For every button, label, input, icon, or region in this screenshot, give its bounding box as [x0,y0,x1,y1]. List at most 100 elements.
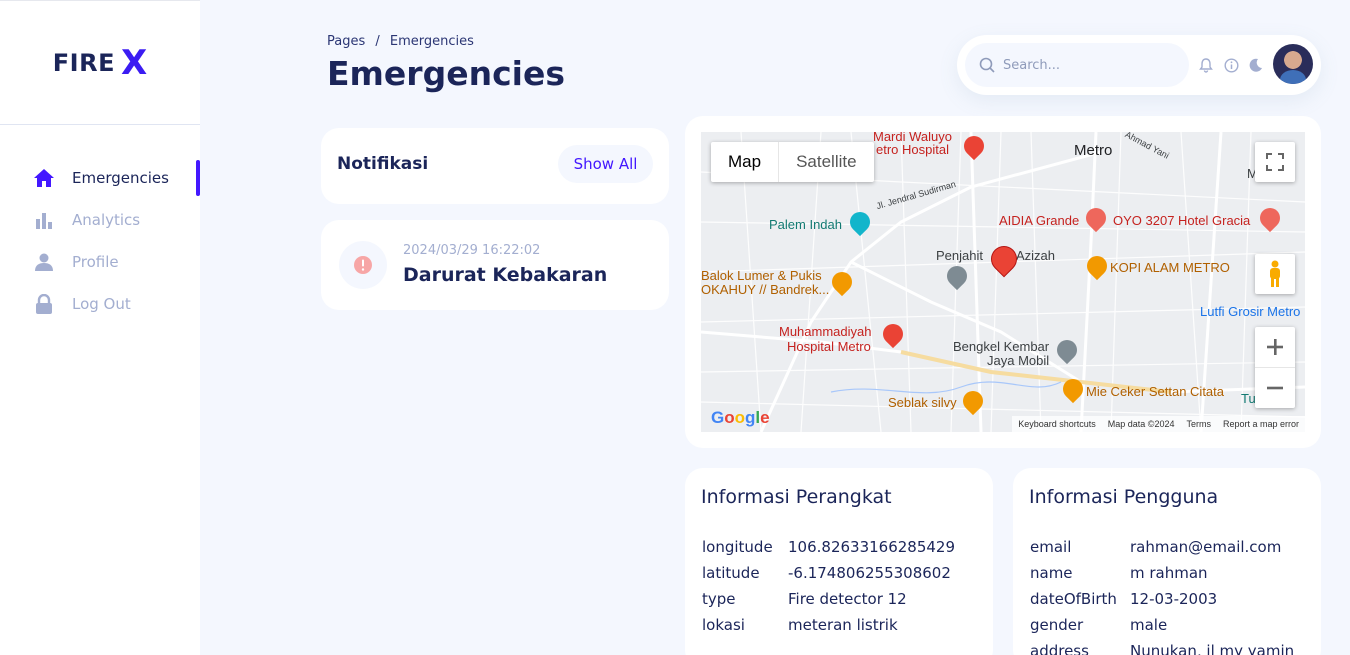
sidebar-item-emergencies[interactable]: Emergencies [0,157,200,199]
map-label-poi: Hospital Metro [787,339,871,354]
notification-time: 2024/03/29 16:22:02 [403,243,541,258]
info-icon[interactable] [1223,57,1239,73]
map-label-poi: Palem Indah [769,217,842,232]
user-info-list: email rahman@email.com name m rahman dat… [1030,534,1294,655]
map-label-poi: Lutfi Grosir Metro [1200,304,1301,319]
search-box [965,43,1189,87]
moon-icon[interactable] [1248,57,1264,73]
info-value: 106.82633166285429 [788,538,956,556]
user-info-title: Informasi Pengguna [1029,486,1219,508]
info-row: name m rahman [1030,560,1294,586]
map-label-poi: Jaya Mobil [987,353,1050,368]
map-label-poi: Tu [1241,391,1256,406]
show-all-button[interactable]: Show All [558,145,653,183]
alert-icon [339,241,387,289]
map-data-text: Map data ©2024 [1107,419,1175,429]
info-row: lokasi meteran listrik [702,612,955,638]
device-info-card: Informasi Perangkat longitude 106.826331… [685,468,993,655]
map-label-poi: Azizah [1016,248,1056,263]
page-title: Emergencies [327,54,565,93]
device-info-title: Informasi Perangkat [701,486,892,508]
google-logo[interactable]: Google [711,408,770,428]
zoom-in-icon[interactable] [1255,328,1295,368]
info-value: m rahman [1130,564,1208,582]
sidebar-item-logout[interactable]: Log Out [0,283,200,325]
breadcrumb-separator: / [375,34,380,49]
map-label-poi: OYO 3207 Hotel Gracia [1113,213,1251,228]
info-key: longitude [702,538,773,556]
info-row: longitude 106.82633166285429 [702,534,955,560]
zoom-control [1255,327,1295,408]
info-key: email [1030,538,1072,556]
info-row: address Nunukan, jl my yamin [1030,638,1294,655]
sidebar-item-label: Emergencies [72,169,169,187]
notification-item[interactable]: 2024/03/29 16:22:02 Darurat Kebakaran [321,220,669,310]
map-label-poi: Penjahit [936,248,983,263]
info-key: gender [1030,616,1084,634]
zoom-out-icon[interactable] [1255,368,1295,408]
sidebar-item-label: Log Out [72,295,131,313]
info-row: latitude -6.174806255308602 [702,560,955,586]
notification-title: Darurat Kebakaran [403,264,608,286]
map-label-poi: KOPI ALAM METRO [1110,260,1230,275]
info-value: meteran listrik [788,616,898,634]
info-key: name [1030,564,1073,582]
map-label-poi: Balok Lumer & Pukis [701,268,822,283]
device-info-list: longitude 106.82633166285429 latitude -6… [702,534,955,638]
search-icon [979,57,995,73]
person-icon [34,252,54,272]
map-type-map-button[interactable]: Map [711,142,778,182]
info-row: email rahman@email.com [1030,534,1294,560]
info-value: Nunukan, jl my yamin [1130,642,1295,655]
notifications-title: Notifikasi [337,154,429,174]
bell-icon[interactable] [1198,57,1214,73]
info-row: dateOfBirth 12-03-2003 [1030,586,1294,612]
brand-name: FIRE [52,48,115,77]
map-label-city: Metro [1074,142,1113,159]
search-input[interactable] [1003,57,1173,73]
user-info-card: Informasi Pengguna email rahman@email.co… [1013,468,1321,655]
map-label-poi: Muhammadiyah [779,324,872,339]
sidebar-item-analytics[interactable]: Analytics [0,199,200,241]
map-label-poi: Mie Ceker Settan Citata [1086,384,1225,399]
breadcrumb-root[interactable]: Pages [327,34,365,49]
info-value: -6.174806255308602 [788,564,951,582]
terms-link[interactable]: Terms [1186,419,1211,429]
map-card: Map Satellite Metro Mardi Waluyo etro Ho… [685,116,1321,448]
sidebar-item-profile[interactable]: Profile [0,241,200,283]
map-label-poi: AIDIA Grande [999,213,1080,228]
info-value: male [1130,616,1168,634]
map-footer: Keyboard shortcuts Map data ©2024 Terms … [1012,416,1305,432]
info-key: address [1030,642,1089,655]
map-view[interactable]: Map Satellite Metro Mardi Waluyo etro Ho… [701,132,1305,432]
avatar[interactable] [1273,44,1313,84]
map-label-poi: OKAHUY // Bandrek... [701,282,830,297]
breadcrumb-current: Emergencies [389,34,474,49]
info-key: lokasi [702,616,745,634]
info-key: latitude [702,564,760,582]
bar-chart-icon [34,210,54,230]
info-row: gender male [1030,612,1294,638]
sidebar: FIRE X Emergencies Analytics Profile Log… [0,0,200,655]
fullscreen-icon[interactable] [1255,142,1295,182]
info-key: dateOfBirth [1030,590,1117,608]
notifications-header-card: Notifikasi Show All [321,128,669,204]
home-icon [34,168,54,188]
brand-logo[interactable]: FIRE X [0,1,200,125]
topbar [957,35,1321,95]
report-error-link[interactable]: Report a map error [1223,419,1299,429]
brand-mark: X [120,42,148,83]
map-label-poi: Seblak silvy [888,395,957,410]
keyboard-shortcuts-link[interactable]: Keyboard shortcuts [1018,419,1096,429]
info-value: Fire detector 12 [788,590,907,608]
map-type-toggle: Map Satellite [711,142,874,182]
info-key: type [702,590,736,608]
info-value: 12-03-2003 [1130,590,1218,608]
lock-icon [34,294,54,314]
map-type-satellite-button[interactable]: Satellite [778,142,873,182]
info-row: type Fire detector 12 [702,586,955,612]
sidebar-nav: Emergencies Analytics Profile Log Out [0,157,200,325]
street-view-icon[interactable] [1255,254,1295,294]
breadcrumb: Pages / Emergencies [327,34,480,49]
sidebar-item-label: Analytics [72,211,141,229]
